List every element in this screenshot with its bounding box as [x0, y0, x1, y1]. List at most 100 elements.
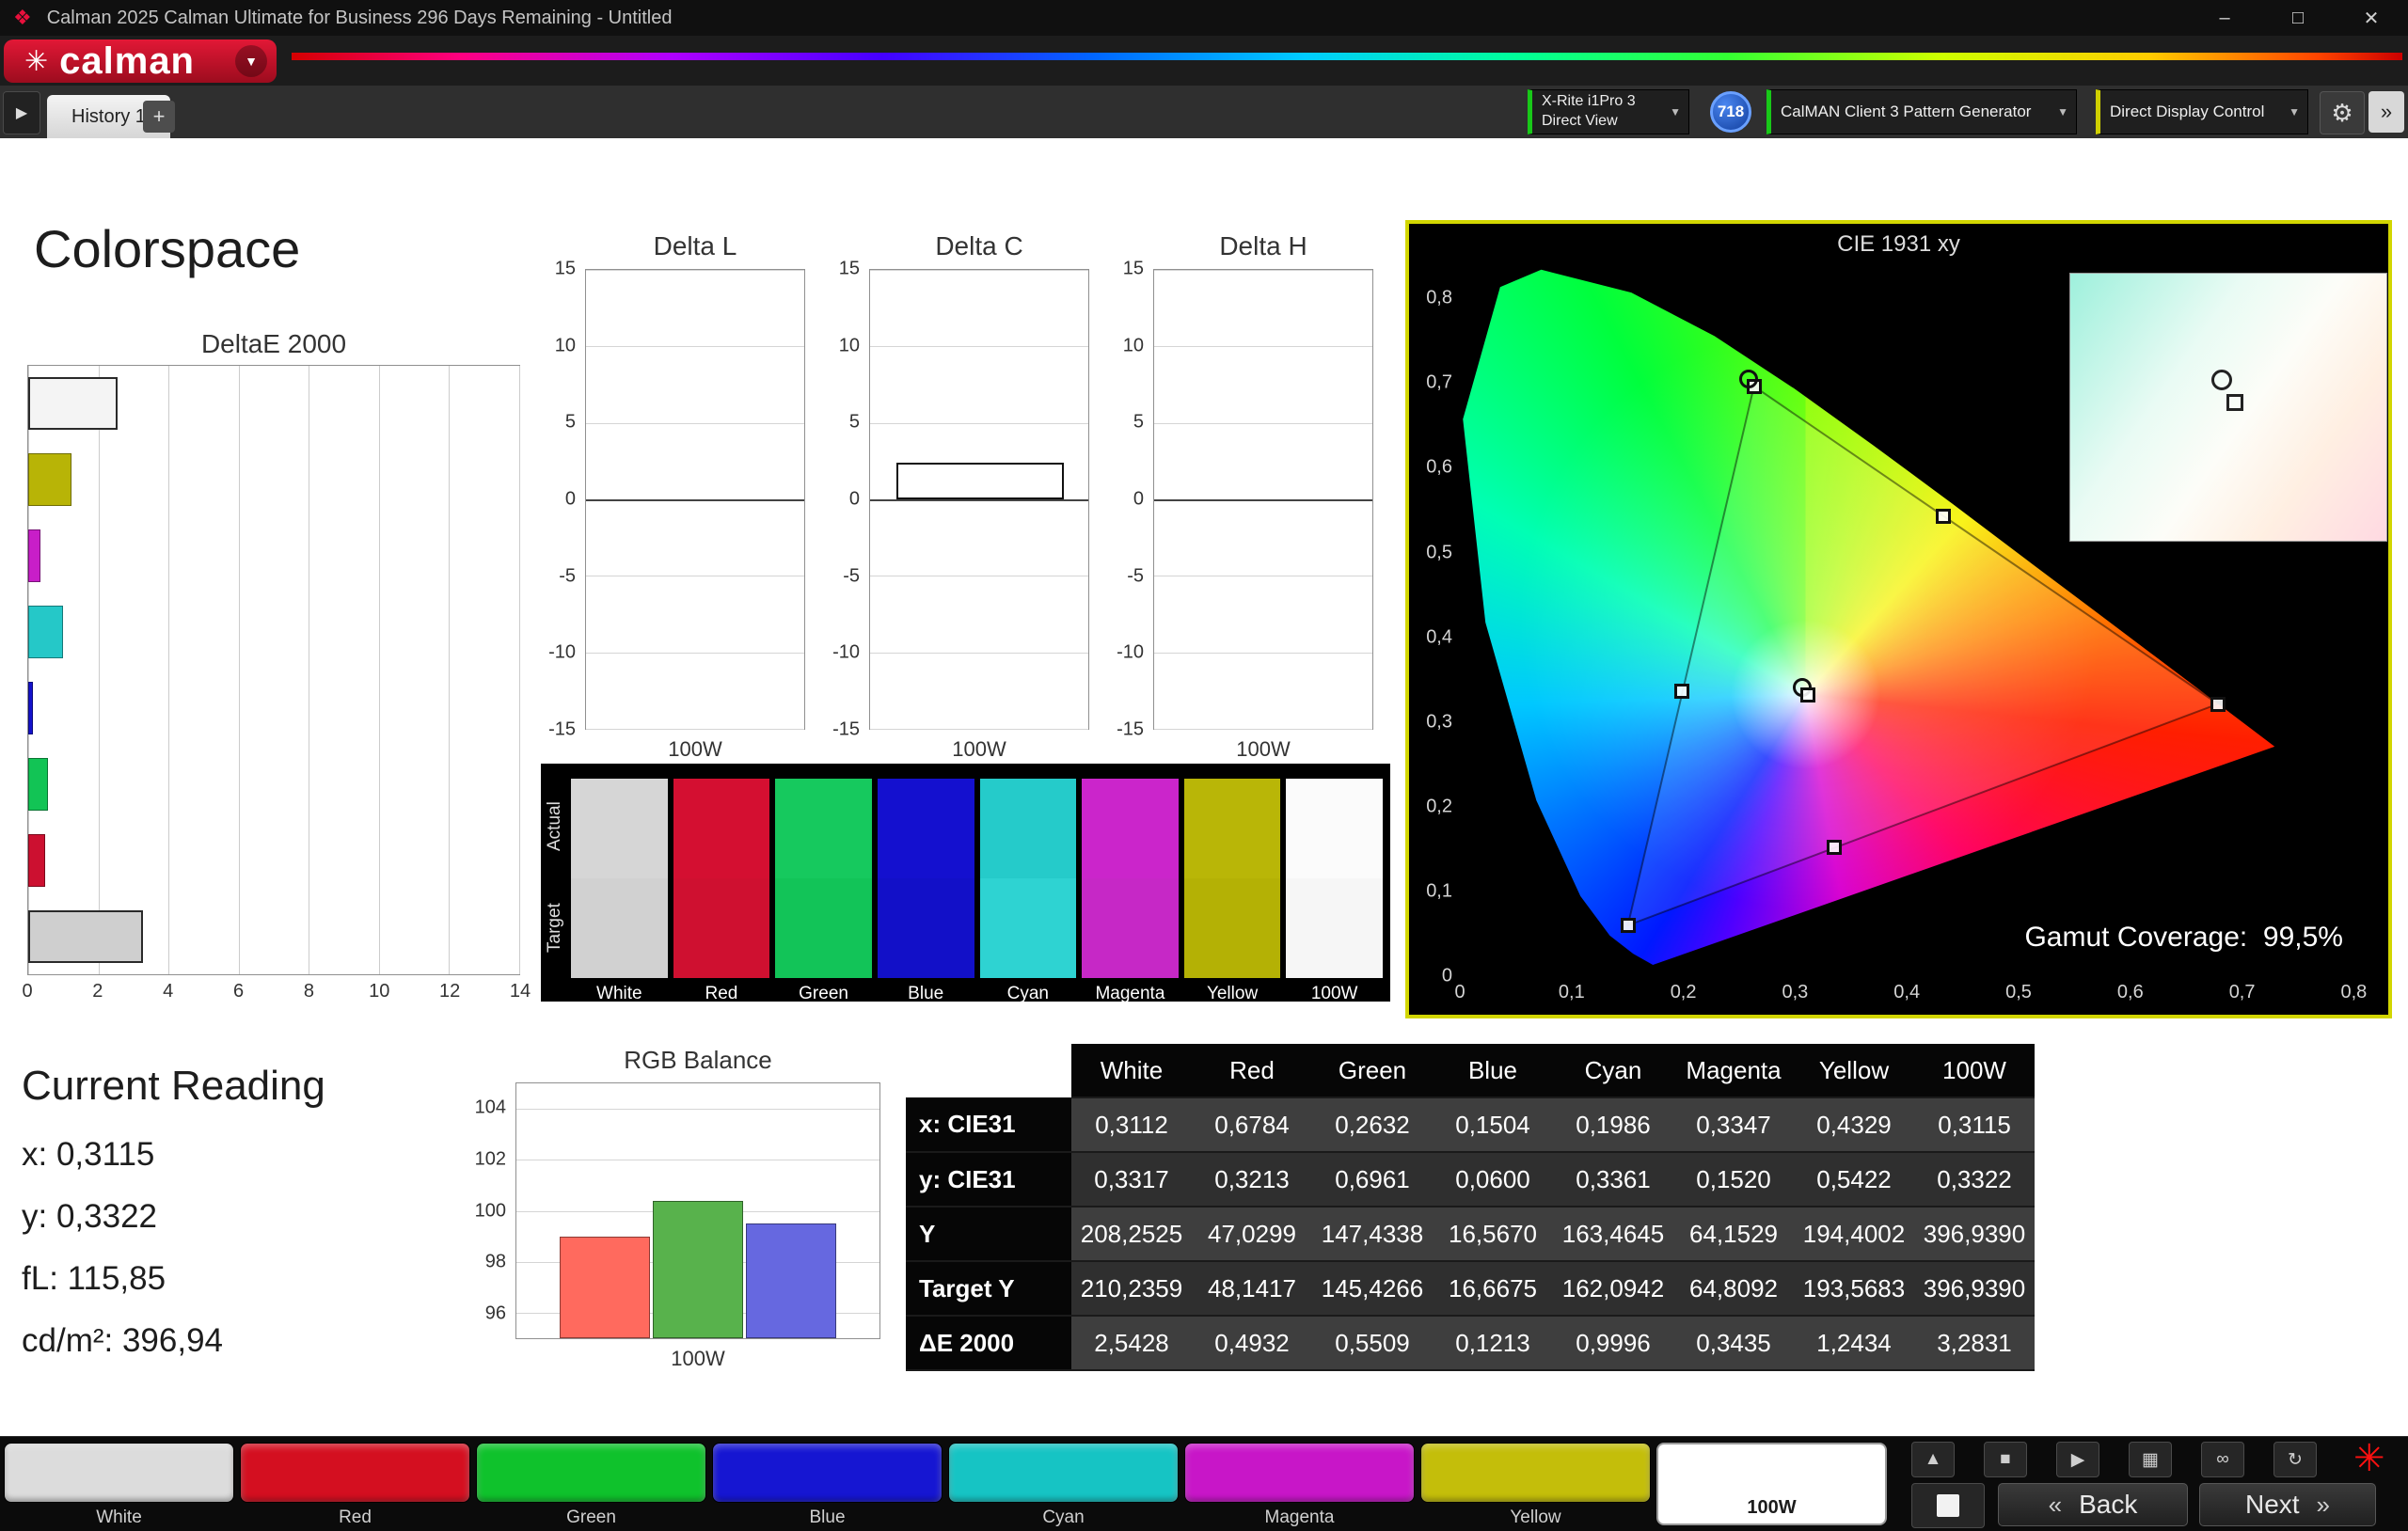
calman-menu-button[interactable]: ✳ calman ▼: [4, 39, 277, 83]
pattern-chip-blue: [712, 1443, 943, 1503]
chevron-down-icon: ▼: [2057, 105, 2068, 118]
swatch-target-100w: [1286, 878, 1383, 978]
pattern-button-yellow[interactable]: Yellow: [1420, 1443, 1651, 1528]
gridline: [586, 346, 804, 347]
pattern-button-magenta[interactable]: Magenta: [1184, 1443, 1415, 1528]
deltae-xaxis: 02468101214: [27, 981, 520, 1011]
delta-c-ytick: 15: [839, 259, 860, 280]
eject-button[interactable]: ▲: [1911, 1442, 1955, 1477]
table-cell: 16,6675: [1433, 1261, 1553, 1316]
delta-l-plot: [585, 269, 805, 730]
reading-x: x: 0,3115: [22, 1136, 325, 1174]
collapse-toolbar-button[interactable]: »: [2368, 91, 2404, 133]
display-control-dropdown[interactable]: Direct Display Control ▼: [2096, 89, 2308, 134]
table-cell: 0,3317: [1071, 1152, 1192, 1207]
calman-logo-icon: ✳: [24, 45, 48, 78]
gridline: [1154, 729, 1372, 730]
logo-row: ✳ calman ▼: [0, 36, 2408, 86]
delta-c-ytick: 5: [849, 412, 860, 434]
deltae-bar-row-100w: [28, 898, 519, 974]
inset-target-marker: [2211, 370, 2232, 390]
pattern-window-button[interactable]: [1911, 1483, 1985, 1528]
reading-cdm2: cd/m²: 396,94: [22, 1322, 325, 1360]
app-icon: ❖: [13, 8, 32, 28]
swatch-target-blue: [878, 878, 974, 978]
session-indicator-icon: ✳: [2353, 1437, 2385, 1480]
delta-l-xaxis-label: 100W: [585, 737, 805, 762]
delta-c-ytick: 10: [839, 335, 860, 356]
deltae-bar-row-cyan: [28, 594, 519, 671]
refresh-button[interactable]: ↻: [2273, 1442, 2317, 1477]
cie-xtick: 0,2: [1671, 982, 1697, 1003]
chevron-down-icon: ▼: [1670, 105, 1681, 118]
back-button[interactable]: « Back: [1998, 1483, 2188, 1526]
swatch-column-red: Red: [673, 779, 770, 1004]
gridline: [1154, 423, 1372, 424]
row-label: Y: [906, 1207, 1071, 1261]
pattern-chip-red: [240, 1443, 470, 1503]
measurement-marker-cyan: [1674, 684, 1689, 699]
bottom-bar: WhiteRed Green BlueCyanMagentaYellow100W ▲…: [0, 1436, 2408, 1531]
meter-reading-badge[interactable]: 718: [1710, 91, 1751, 133]
table-cell: 210,2359: [1071, 1261, 1192, 1316]
delta-c-ytick: -5: [843, 565, 860, 587]
stop-button[interactable]: ■: [1984, 1442, 2027, 1477]
panel-expand-button[interactable]: ▶: [3, 91, 40, 134]
swatch-column-cyan: Cyan: [980, 779, 1077, 1004]
meter-dropdown[interactable]: X-Rite i1Pro 3 Direct View ▼: [1528, 89, 1689, 134]
pattern-button-label: Green: [476, 1507, 706, 1528]
table-cell: 0,3112: [1071, 1097, 1192, 1152]
save-button[interactable]: ▦: [2129, 1442, 2172, 1477]
table-cell: 0,1986: [1553, 1097, 1673, 1152]
swatch-label-white: White: [571, 984, 668, 1004]
close-button[interactable]: ✕: [2335, 0, 2408, 36]
pattern-button-green[interactable]: Green: [476, 1443, 706, 1528]
gear-icon[interactable]: ⚙: [2320, 91, 2365, 134]
titlebar: ❖ Calman 2025 Calman Ultimate for Busine…: [0, 0, 2408, 36]
minimize-button[interactable]: –: [2188, 0, 2261, 36]
table-header-row: WhiteRedGreenBlueCyanMagentaYellow100W: [906, 1044, 2035, 1097]
pattern-button-red[interactable]: Red: [240, 1443, 470, 1528]
pattern-chip-white: [4, 1443, 234, 1503]
meter-name: X-Rite i1Pro 3: [1542, 92, 1660, 112]
table-cell: 0,1504: [1433, 1097, 1553, 1152]
cie-xtick: 0,6: [2117, 982, 2144, 1003]
table-cell: 0,3213: [1192, 1152, 1312, 1207]
swatch-label-green: Green: [775, 984, 872, 1004]
add-tab-button[interactable]: +: [143, 101, 175, 133]
cie-ytick: 0,8: [1411, 288, 1452, 309]
deltae-xtick: 8: [304, 981, 314, 1002]
pattern-button-white[interactable]: White: [4, 1443, 234, 1528]
delta-c-ytick: -15: [832, 719, 860, 741]
column-header-green: Green: [1312, 1044, 1433, 1097]
maximize-button[interactable]: □: [2261, 0, 2335, 36]
inset-measurement-marker: [2226, 394, 2243, 411]
deltae-bar-white: [28, 377, 118, 430]
rgb-bars: [516, 1083, 879, 1338]
next-button[interactable]: Next »: [2199, 1483, 2376, 1526]
page-title: Colorspace: [34, 218, 300, 279]
deltae-bar-blue: [28, 682, 33, 734]
deltae-bar-row-green: [28, 746, 519, 822]
column-header-blue: Blue: [1433, 1044, 1553, 1097]
pattern-button-blue[interactable]: Blue: [712, 1443, 943, 1528]
swatch-actual-yellow: [1184, 779, 1281, 878]
window-title: Calman 2025 Calman Ultimate for Business…: [47, 8, 673, 29]
table-cell: 194,4002: [1794, 1207, 1914, 1261]
table-cell: 0,6784: [1192, 1097, 1312, 1152]
square-icon: [1937, 1494, 1959, 1517]
delta-h-yaxis: 151050-5-10-15: [1093, 269, 1153, 730]
rgb-xaxis-label: 100W: [515, 1347, 880, 1371]
rgb-yaxis: 1041021009896: [457, 1082, 515, 1339]
swatch-column-100w: 100W: [1286, 779, 1383, 1004]
target-row-label: Target: [545, 880, 565, 976]
play-button[interactable]: ▶: [2056, 1442, 2099, 1477]
pattern-generator-dropdown[interactable]: CalMAN Client 3 Pattern Generator ▼: [1766, 89, 2077, 134]
cie-xtick: 0: [1454, 982, 1465, 1003]
pattern-button-cyan[interactable]: Cyan: [948, 1443, 1179, 1528]
cie-xtick: 0,5: [2005, 982, 2032, 1003]
target-marker-green: [1739, 370, 1758, 388]
loop-button[interactable]: ∞: [2201, 1442, 2244, 1477]
deltae-xtick: 12: [439, 981, 460, 1002]
pattern-button-100w[interactable]: 100W: [1656, 1443, 1887, 1525]
